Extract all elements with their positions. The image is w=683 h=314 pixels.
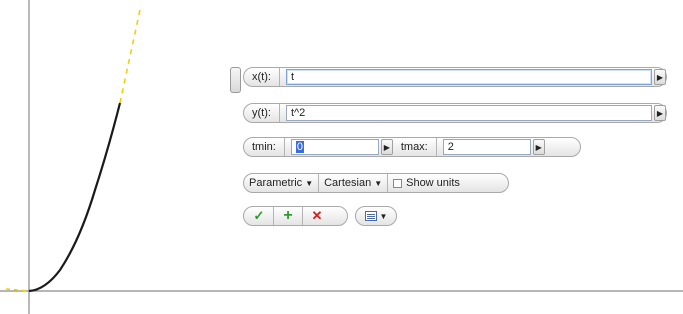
plus-icon: + bbox=[283, 207, 293, 224]
list-options-button[interactable]: ▼ bbox=[355, 206, 397, 226]
close-icon: ✕ bbox=[311, 208, 323, 223]
tmin-expand-button[interactable]: ▶ bbox=[380, 139, 393, 155]
tmax-expand-button[interactable]: ▶ bbox=[532, 139, 545, 155]
confirm-button[interactable]: ✓ bbox=[248, 207, 270, 225]
curve-extension-top bbox=[119, 4, 142, 104]
chevron-down-icon: ▼ bbox=[379, 211, 388, 221]
tmin-input[interactable]: 0 bbox=[290, 139, 379, 155]
chevron-down-icon: ▼ bbox=[305, 178, 314, 188]
arrow-right-icon: ▶ bbox=[535, 142, 542, 152]
x-function-label: x(t): bbox=[252, 71, 271, 83]
x-function-input[interactable]: t bbox=[285, 69, 652, 85]
y-function-input[interactable]: t^2 bbox=[285, 105, 652, 121]
add-button[interactable]: + bbox=[277, 207, 299, 225]
y-function-pill: y(t): t^2 ▶ bbox=[243, 103, 667, 123]
coords-dropdown[interactable]: Cartesian ▼ bbox=[319, 177, 387, 189]
action-buttons-pill: ✓ + ✕ bbox=[243, 206, 348, 226]
y-function-label: y(t): bbox=[252, 107, 271, 119]
mode-dropdown-label: Parametric bbox=[249, 177, 303, 189]
function-editor-panel: x(t): t ▶ y(t): t^2 ▶ tmin: 0 ▶ tmax: 2 … bbox=[230, 64, 670, 244]
coords-dropdown-label: Cartesian bbox=[324, 177, 372, 189]
range-pill: tmin: 0 ▶ tmax: 2 ▶ bbox=[243, 137, 581, 157]
tmax-label: tmax: bbox=[400, 141, 428, 153]
tmin-label: tmin: bbox=[252, 141, 276, 153]
arrow-right-icon: ▶ bbox=[656, 72, 664, 82]
tmax-input[interactable]: 2 bbox=[442, 139, 531, 155]
options-pill: Parametric ▼ Cartesian ▼ Show units bbox=[243, 173, 509, 193]
mode-dropdown[interactable]: Parametric ▼ bbox=[244, 177, 318, 189]
x-function-expand-button[interactable]: ▶ bbox=[654, 69, 666, 85]
parametric-curve bbox=[28, 102, 122, 293]
show-units-label: Show units bbox=[406, 177, 460, 189]
x-function-pill: x(t): t ▶ bbox=[243, 67, 667, 87]
list-icon bbox=[364, 211, 377, 221]
drag-handle[interactable] bbox=[230, 67, 241, 93]
arrow-right-icon: ▶ bbox=[656, 108, 664, 118]
arrow-right-icon: ▶ bbox=[383, 142, 390, 152]
chevron-down-icon: ▼ bbox=[374, 178, 383, 188]
y-function-expand-button[interactable]: ▶ bbox=[654, 105, 666, 121]
show-units-toggle[interactable]: Show units bbox=[388, 177, 465, 189]
cancel-button[interactable]: ✕ bbox=[306, 207, 328, 225]
checkmark-icon: ✓ bbox=[253, 208, 265, 223]
show-units-checkbox[interactable] bbox=[393, 178, 403, 188]
